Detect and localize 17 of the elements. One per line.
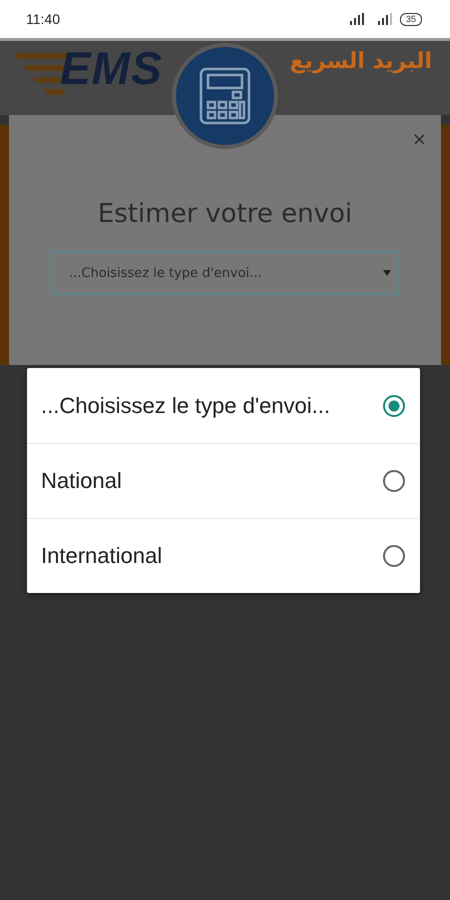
dropdown-arrow-icon: [383, 270, 391, 276]
signal-icon: [376, 13, 394, 25]
radio-button[interactable]: [382, 394, 406, 418]
option-label: International: [41, 543, 162, 569]
radio-button[interactable]: [382, 544, 406, 568]
logo-arabic-text: البريد السريع: [290, 49, 432, 74]
modal-title: Estimer votre envoi: [98, 199, 352, 229]
option-label: ...Choisissez le type d'envoi...: [41, 392, 330, 418]
status-time: 11:40: [26, 11, 60, 27]
option-item[interactable]: ...Choisissez le type d'envoi...: [27, 368, 420, 443]
battery-icon: 35: [400, 12, 422, 26]
option-item[interactable]: International: [27, 518, 420, 593]
radio-button[interactable]: [382, 469, 406, 493]
option-label: National: [41, 468, 122, 494]
calculator-icon: [199, 67, 251, 125]
logo-text: EMS: [60, 41, 163, 95]
option-item[interactable]: National: [27, 443, 420, 518]
